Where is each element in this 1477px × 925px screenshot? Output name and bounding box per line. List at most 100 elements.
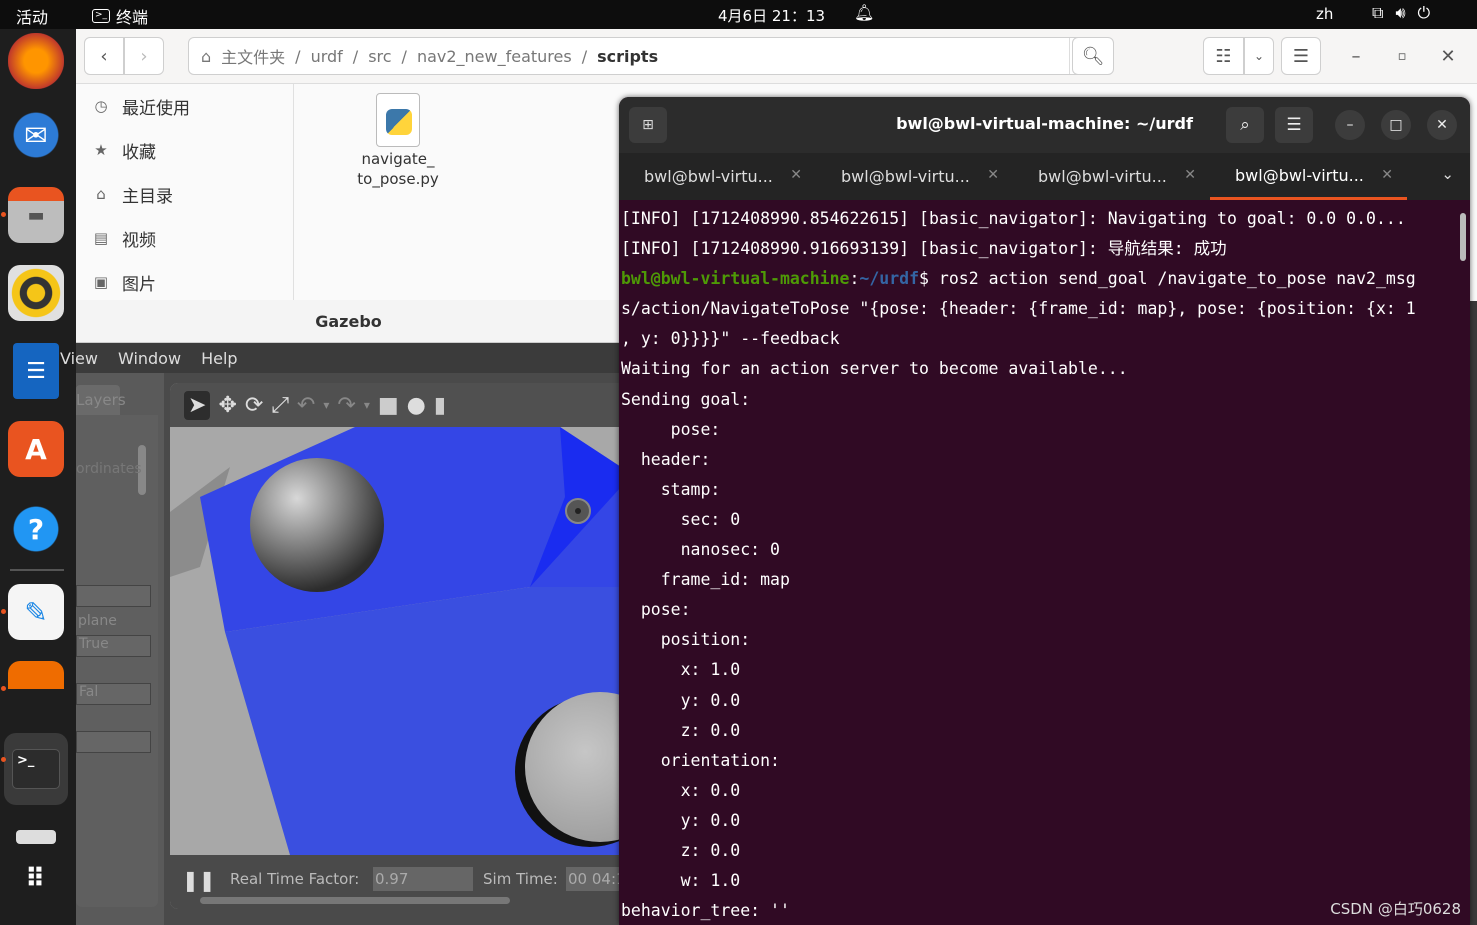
clock[interactable]: 4月6日 21：13 xyxy=(718,5,825,26)
sidebar-item-home[interactable]: ⌂ 主目录 xyxy=(76,172,293,216)
star-icon: ★ xyxy=(94,141,108,159)
view-options-button[interactable]: ⌄ xyxy=(1244,37,1274,75)
system-menu[interactable]: ⧉ 🔊︎ ⏻ xyxy=(1372,3,1430,23)
sim-time-label: Sim Time: xyxy=(483,870,558,888)
sidebar-item-pictures[interactable]: ▣ 图片 xyxy=(76,260,293,304)
image-icon: ▣ xyxy=(93,273,109,291)
app-menu[interactable]: >_ 终端 xyxy=(92,4,148,28)
maximize-button[interactable]: ▫ xyxy=(1384,37,1420,75)
cylinder-shape-icon[interactable]: ▮ xyxy=(434,393,446,418)
files-icon[interactable]: ▬ xyxy=(8,187,64,243)
sidebar-item-videos[interactable]: ▤ 视频 xyxy=(76,216,293,260)
tab-layers[interactable]: Layers xyxy=(76,385,126,415)
running-indicator xyxy=(1,212,6,217)
real-time-factor-value: 0.97 xyxy=(373,867,473,891)
search-icon: ⌕ xyxy=(1240,115,1250,135)
gazebo-icon[interactable] xyxy=(8,661,64,717)
real-time-factor-label: Real Time Factor: xyxy=(230,870,360,888)
tab-overflow-chevron-icon[interactable]: ⌄ xyxy=(1441,165,1454,183)
path-segment-current[interactable]: scripts xyxy=(597,47,658,66)
close-tab-icon[interactable]: ✕ xyxy=(790,167,802,183)
terminal-tab[interactable]: bwl@bwl-virtu... ✕ xyxy=(816,153,1013,200)
rhythmbox-icon[interactable] xyxy=(8,265,64,321)
terminal-output[interactable]: [INFO] [1712408990.854622615] [basic_nav… xyxy=(619,200,1470,925)
power-icon: ⏻ xyxy=(1417,3,1431,22)
menu-view[interactable]: View xyxy=(60,349,98,368)
forward-button[interactable]: › xyxy=(124,37,164,75)
back-button[interactable]: ‹ xyxy=(84,37,124,75)
close-button[interactable]: ✕ xyxy=(1427,110,1457,140)
maximize-button[interactable]: □ xyxy=(1381,110,1411,140)
path-segment[interactable]: urdf xyxy=(311,47,343,66)
activities-button[interactable]: 活动 xyxy=(16,4,48,28)
minimize-button[interactable]: – xyxy=(1335,110,1365,140)
text-editor-icon[interactable]: ✎ xyxy=(8,584,64,640)
search-button[interactable]: ⌕ xyxy=(1226,107,1264,143)
side-text: ordinates xyxy=(76,461,142,477)
dock-separator xyxy=(10,569,64,571)
property-row[interactable] xyxy=(76,585,151,607)
menu-help[interactable]: Help xyxy=(201,349,237,368)
firefox-icon[interactable] xyxy=(8,33,64,89)
dock: ✉ ▬ ☰ A ? ✎ >_ ⠿ xyxy=(0,29,76,925)
sidebar-item-starred[interactable]: ★ 收藏 xyxy=(76,128,293,172)
scale-tool-icon[interactable]: ⤢ xyxy=(271,393,289,418)
writer-icon[interactable]: ☰ xyxy=(13,343,59,399)
python-file-icon xyxy=(376,93,420,147)
menu-window[interactable]: Window xyxy=(118,349,181,368)
view-list-button[interactable]: ☷ xyxy=(1203,37,1244,75)
sim-time-value: 00 04:1 xyxy=(566,867,621,891)
gazebo-viewport: ➤ ✥ ⟳ ⤢ ↶ ▾ ↷ ▾ ■ ● ▮ ❚❚ Real Time Facto… xyxy=(170,383,621,909)
minimize-button[interactable]: – xyxy=(1338,37,1374,75)
menu-button[interactable]: ☰ xyxy=(1281,37,1321,75)
show-apps-icon[interactable]: ⠿ xyxy=(8,851,64,907)
file-name-line2: to_pose.py xyxy=(357,170,439,188)
sphere-shape-icon[interactable]: ● xyxy=(407,393,426,418)
search-button[interactable]: 🔍︎ xyxy=(1072,37,1114,75)
left-panel: Layers plane True Fal ordinates xyxy=(76,373,164,925)
3d-scene[interactable] xyxy=(170,427,621,855)
sidebar-item-recent[interactable]: ◷ 最近使用 xyxy=(76,84,293,128)
sphere-model xyxy=(250,458,384,592)
select-tool-icon[interactable]: ➤ xyxy=(184,390,211,420)
pause-icon[interactable]: ❚❚ xyxy=(182,868,216,892)
undo-icon[interactable]: ↶ xyxy=(297,393,315,418)
top-bar: 活动 >_ 终端 4月6日 21：13 🔔︎ zh ⧉ 🔊︎ ⏻ xyxy=(0,0,1477,29)
undo-dropdown-icon[interactable]: ▾ xyxy=(323,398,329,412)
redo-dropdown-icon[interactable]: ▾ xyxy=(364,398,370,412)
horizontal-scrollbar[interactable] xyxy=(200,897,510,904)
box-shape-icon[interactable]: ■ xyxy=(378,393,399,418)
property-row[interactable]: True xyxy=(76,635,151,657)
software-icon[interactable]: A xyxy=(8,421,64,477)
rotate-tool-icon[interactable]: ⟳ xyxy=(245,393,263,418)
thunderbird-icon[interactable]: ✉ xyxy=(8,107,64,163)
terminal-tab-active[interactable]: bwl@bwl-virtu... ✕ xyxy=(1210,153,1407,200)
translate-tool-icon[interactable]: ✥ xyxy=(218,393,236,418)
redo-icon[interactable]: ↷ xyxy=(337,393,355,418)
close-tab-icon[interactable]: ✕ xyxy=(1381,167,1393,183)
gazebo-status-bar: ❚❚ Real Time Factor: 0.97 Sim Time: 00 0… xyxy=(170,855,621,909)
close-tab-icon[interactable]: ✕ xyxy=(987,167,999,183)
gazebo-toolbar: ➤ ✥ ⟳ ⤢ ↶ ▾ ↷ ▾ ■ ● ▮ xyxy=(170,383,621,427)
prompt-line: bwl@bwl-virtual-machine:~/urdf$ ros2 act… xyxy=(621,269,1416,289)
running-indicator xyxy=(1,757,6,762)
property-row[interactable] xyxy=(76,731,151,753)
path-segment[interactable]: src xyxy=(368,47,391,66)
menu-button[interactable]: ☰ xyxy=(1275,107,1313,143)
close-button[interactable]: ✕ xyxy=(1430,37,1466,75)
property-row[interactable]: plane xyxy=(76,613,151,635)
bell-icon[interactable]: 🔔︎ xyxy=(854,3,874,22)
terminal-tab[interactable]: bwl@bwl-virtu... ✕ xyxy=(619,153,816,200)
help-icon[interactable]: ? xyxy=(8,501,64,557)
terminal-tab[interactable]: bwl@bwl-virtu... ✕ xyxy=(1013,153,1210,200)
close-tab-icon[interactable]: ✕ xyxy=(1184,167,1196,183)
terminal-scrollbar[interactable] xyxy=(1460,213,1466,261)
path-segment[interactable]: 主文件夹 xyxy=(221,44,285,68)
network-icon: ⧉ xyxy=(1372,3,1384,22)
file-item[interactable]: navigate_ to_pose.py xyxy=(348,93,448,189)
path-segment[interactable]: nav2_new_features xyxy=(417,47,572,66)
property-row[interactable]: Fal xyxy=(76,683,151,705)
terminal-dock-item[interactable]: >_ xyxy=(4,733,68,805)
path-bar[interactable]: ⌂ 主文件夹 / urdf / src / nav2_new_features / sc… xyxy=(188,37,1110,75)
input-method[interactable]: zh xyxy=(1316,5,1333,23)
